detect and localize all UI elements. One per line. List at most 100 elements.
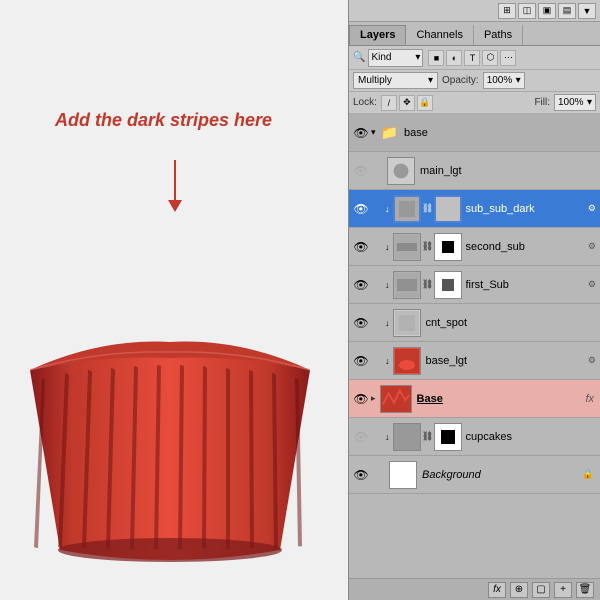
layer-row-background[interactable]: 👁 Background 🔒 (349, 456, 600, 494)
visibility-first-sub[interactable]: 👁 (351, 266, 371, 304)
blend-dropdown-arrow: ▾ (428, 75, 433, 86)
new-layer-button[interactable]: + (554, 582, 572, 598)
tab-layers[interactable]: Layers (349, 25, 406, 45)
tab-channels[interactable]: Channels (406, 25, 473, 45)
visibility-background[interactable]: 👁 (351, 456, 371, 494)
lock-row: Lock: / ✥ 🔒 Fill: 100% ▾ (349, 92, 600, 114)
delete-layer-button[interactable]: 🗑 (576, 582, 594, 598)
fx-button[interactable]: fx (488, 582, 506, 598)
layer-row-sub-sub-dark[interactable]: 👁 ↓ ⛓ sub_sub_dark ⚙ (349, 190, 600, 228)
blend-mode-row: Multiply ▾ Opacity: 100% ▾ (349, 70, 600, 92)
fill-arrow: ▾ (587, 97, 592, 108)
layer-name-second-sub: second_sub (466, 241, 588, 253)
link-base-lgt: ↓ (385, 356, 390, 366)
fill-input[interactable]: 100% ▾ (554, 94, 596, 111)
layer-row-second-sub[interactable]: 👁 ↓ ⛓ second_sub ⚙ (349, 228, 600, 266)
tab-paths[interactable]: Paths (474, 25, 523, 45)
layer-name-background: Background (422, 469, 582, 481)
expand-Base[interactable]: ▸ (371, 393, 376, 404)
cupcake-illustration (10, 230, 330, 570)
visibility-sub-sub-dark[interactable]: 👁 (351, 190, 371, 228)
thumb-sub-sub-dark (393, 195, 421, 223)
panel-icon-4[interactable]: ▤ (558, 3, 576, 19)
link-cupcakes: ↓ (385, 432, 390, 442)
thumb-main-lgt (387, 157, 415, 185)
thumb-base-lgt (393, 347, 421, 375)
fill-value-text: 100% (558, 97, 584, 108)
filter-icon-text[interactable]: T (464, 50, 480, 66)
kind-label: Kind (371, 52, 391, 63)
add-adjustment-button[interactable]: ⊕ (510, 582, 528, 598)
folder-icon-base: 📁 (381, 124, 398, 141)
search-icon: 🔍 (353, 52, 365, 63)
blend-mode-value: Multiply (358, 75, 392, 86)
visibility-base-group[interactable]: 👁 (351, 114, 371, 152)
settings-base-lgt[interactable]: ⚙ (588, 355, 596, 366)
link-sub-sub-dark: ↓ (385, 204, 390, 214)
settings-second-sub[interactable]: ⚙ (588, 241, 596, 252)
visibility-base-lgt[interactable]: 👁 (351, 342, 371, 380)
opacity-input[interactable]: 100% ▾ (483, 72, 525, 89)
filter-row: 🔍 Kind ▾ ■ ◐ T ⬡ ⋯ (349, 46, 600, 70)
opacity-value-text: 100% (487, 75, 513, 86)
filter-icon-pixel[interactable]: ■ (428, 50, 444, 66)
fill-label: Fill: (534, 97, 550, 108)
layer-row-cupcakes[interactable]: 👁 ↓ ⛓ cupcakes (349, 418, 600, 456)
visibility-Base[interactable]: 👁 (351, 380, 371, 418)
dropdown-arrow: ▾ (415, 52, 420, 63)
layer-name-first-sub: first_Sub (466, 279, 588, 291)
visibility-cupcakes[interactable]: 👁 (351, 418, 371, 456)
layer-row-main-lgt[interactable]: 👁 main_lgt (349, 152, 600, 190)
fx-Base: fx (585, 393, 594, 405)
layer-row-base-lgt[interactable]: 👁 ↓ base_lgt ⚙ (349, 342, 600, 380)
chain-cupcakes: ⛓ (423, 423, 433, 451)
annotation-text: Add the dark stripes here (55, 110, 272, 131)
panel-icon-5[interactable]: ▼ (578, 3, 596, 19)
filter-icon-shape[interactable]: ⬡ (482, 50, 498, 66)
expand-base-group[interactable]: ▾ (371, 127, 376, 138)
layer-row-cnt-spot[interactable]: 👁 ↓ cnt_spot (349, 304, 600, 342)
lock-all-btn[interactable]: 🔒 (417, 95, 433, 111)
lock-icons: / ✥ 🔒 (381, 95, 433, 111)
mask-cupcakes (434, 423, 462, 451)
mask-second-sub (434, 233, 462, 261)
layer-row-Base[interactable]: 👁 ▸ Base fx (349, 380, 600, 418)
mask-first-sub (434, 271, 462, 299)
thumb-cnt-spot (393, 309, 421, 337)
canvas-area: Add the dark stripes here (0, 0, 348, 600)
layer-name-base-group: base (404, 127, 598, 139)
visibility-cnt-spot[interactable]: 👁 (351, 304, 371, 342)
layer-name-cnt-spot: cnt_spot (426, 317, 599, 329)
filter-icons: ■ ◐ T ⬡ ⋯ (428, 50, 516, 66)
thumb-cupcakes (393, 423, 421, 451)
layer-name-sub-sub-dark: sub_sub_dark (466, 203, 588, 215)
opacity-arrow: ▾ (516, 75, 521, 86)
chain-first-sub: ⛓ (423, 271, 433, 299)
chain-sub-sub-dark: ⛓ (423, 195, 433, 223)
layer-row-base-group[interactable]: 👁 ▾ 📁 base (349, 114, 600, 152)
panel-icon-2[interactable]: ◫ (518, 3, 536, 19)
new-group-button[interactable]: ▢ (532, 582, 550, 598)
panel-icon-1[interactable]: ⊞ (498, 3, 516, 19)
blend-mode-dropdown[interactable]: Multiply ▾ (353, 72, 438, 89)
link-cnt-spot: ↓ (385, 318, 390, 328)
lock-pixels-btn[interactable]: / (381, 95, 397, 111)
panel-icon-3[interactable]: ▣ (538, 3, 556, 19)
lock-move-btn[interactable]: ✥ (399, 95, 415, 111)
lock-icon-background: 🔒 (582, 469, 594, 480)
settings-first-sub[interactable]: ⚙ (588, 279, 596, 290)
visibility-second-sub[interactable]: 👁 (351, 228, 371, 266)
thumb-first-sub (393, 271, 421, 299)
layer-name-cupcakes: cupcakes (466, 431, 599, 443)
filter-icon-adjust[interactable]: ◐ (446, 50, 462, 66)
kind-dropdown[interactable]: Kind ▾ (368, 49, 423, 67)
filter-icon-smart[interactable]: ⋯ (500, 50, 516, 66)
thumb-Base (380, 385, 412, 413)
layers-panel: ⊞ ◫ ▣ ▤ ▼ Layers Channels Paths 🔍 Kind ▾… (348, 0, 600, 600)
layer-row-first-sub[interactable]: 👁 ↓ ⛓ first_Sub ⚙ (349, 266, 600, 304)
thumb-second-sub (393, 233, 421, 261)
layer-name-Base: Base (417, 393, 586, 405)
settings-sub-sub-dark[interactable]: ⚙ (588, 203, 596, 214)
layers-list: 👁 ▾ 📁 base 👁 main_lgt 👁 ↓ (349, 114, 600, 578)
visibility-main-lgt[interactable]: 👁 (351, 152, 371, 190)
